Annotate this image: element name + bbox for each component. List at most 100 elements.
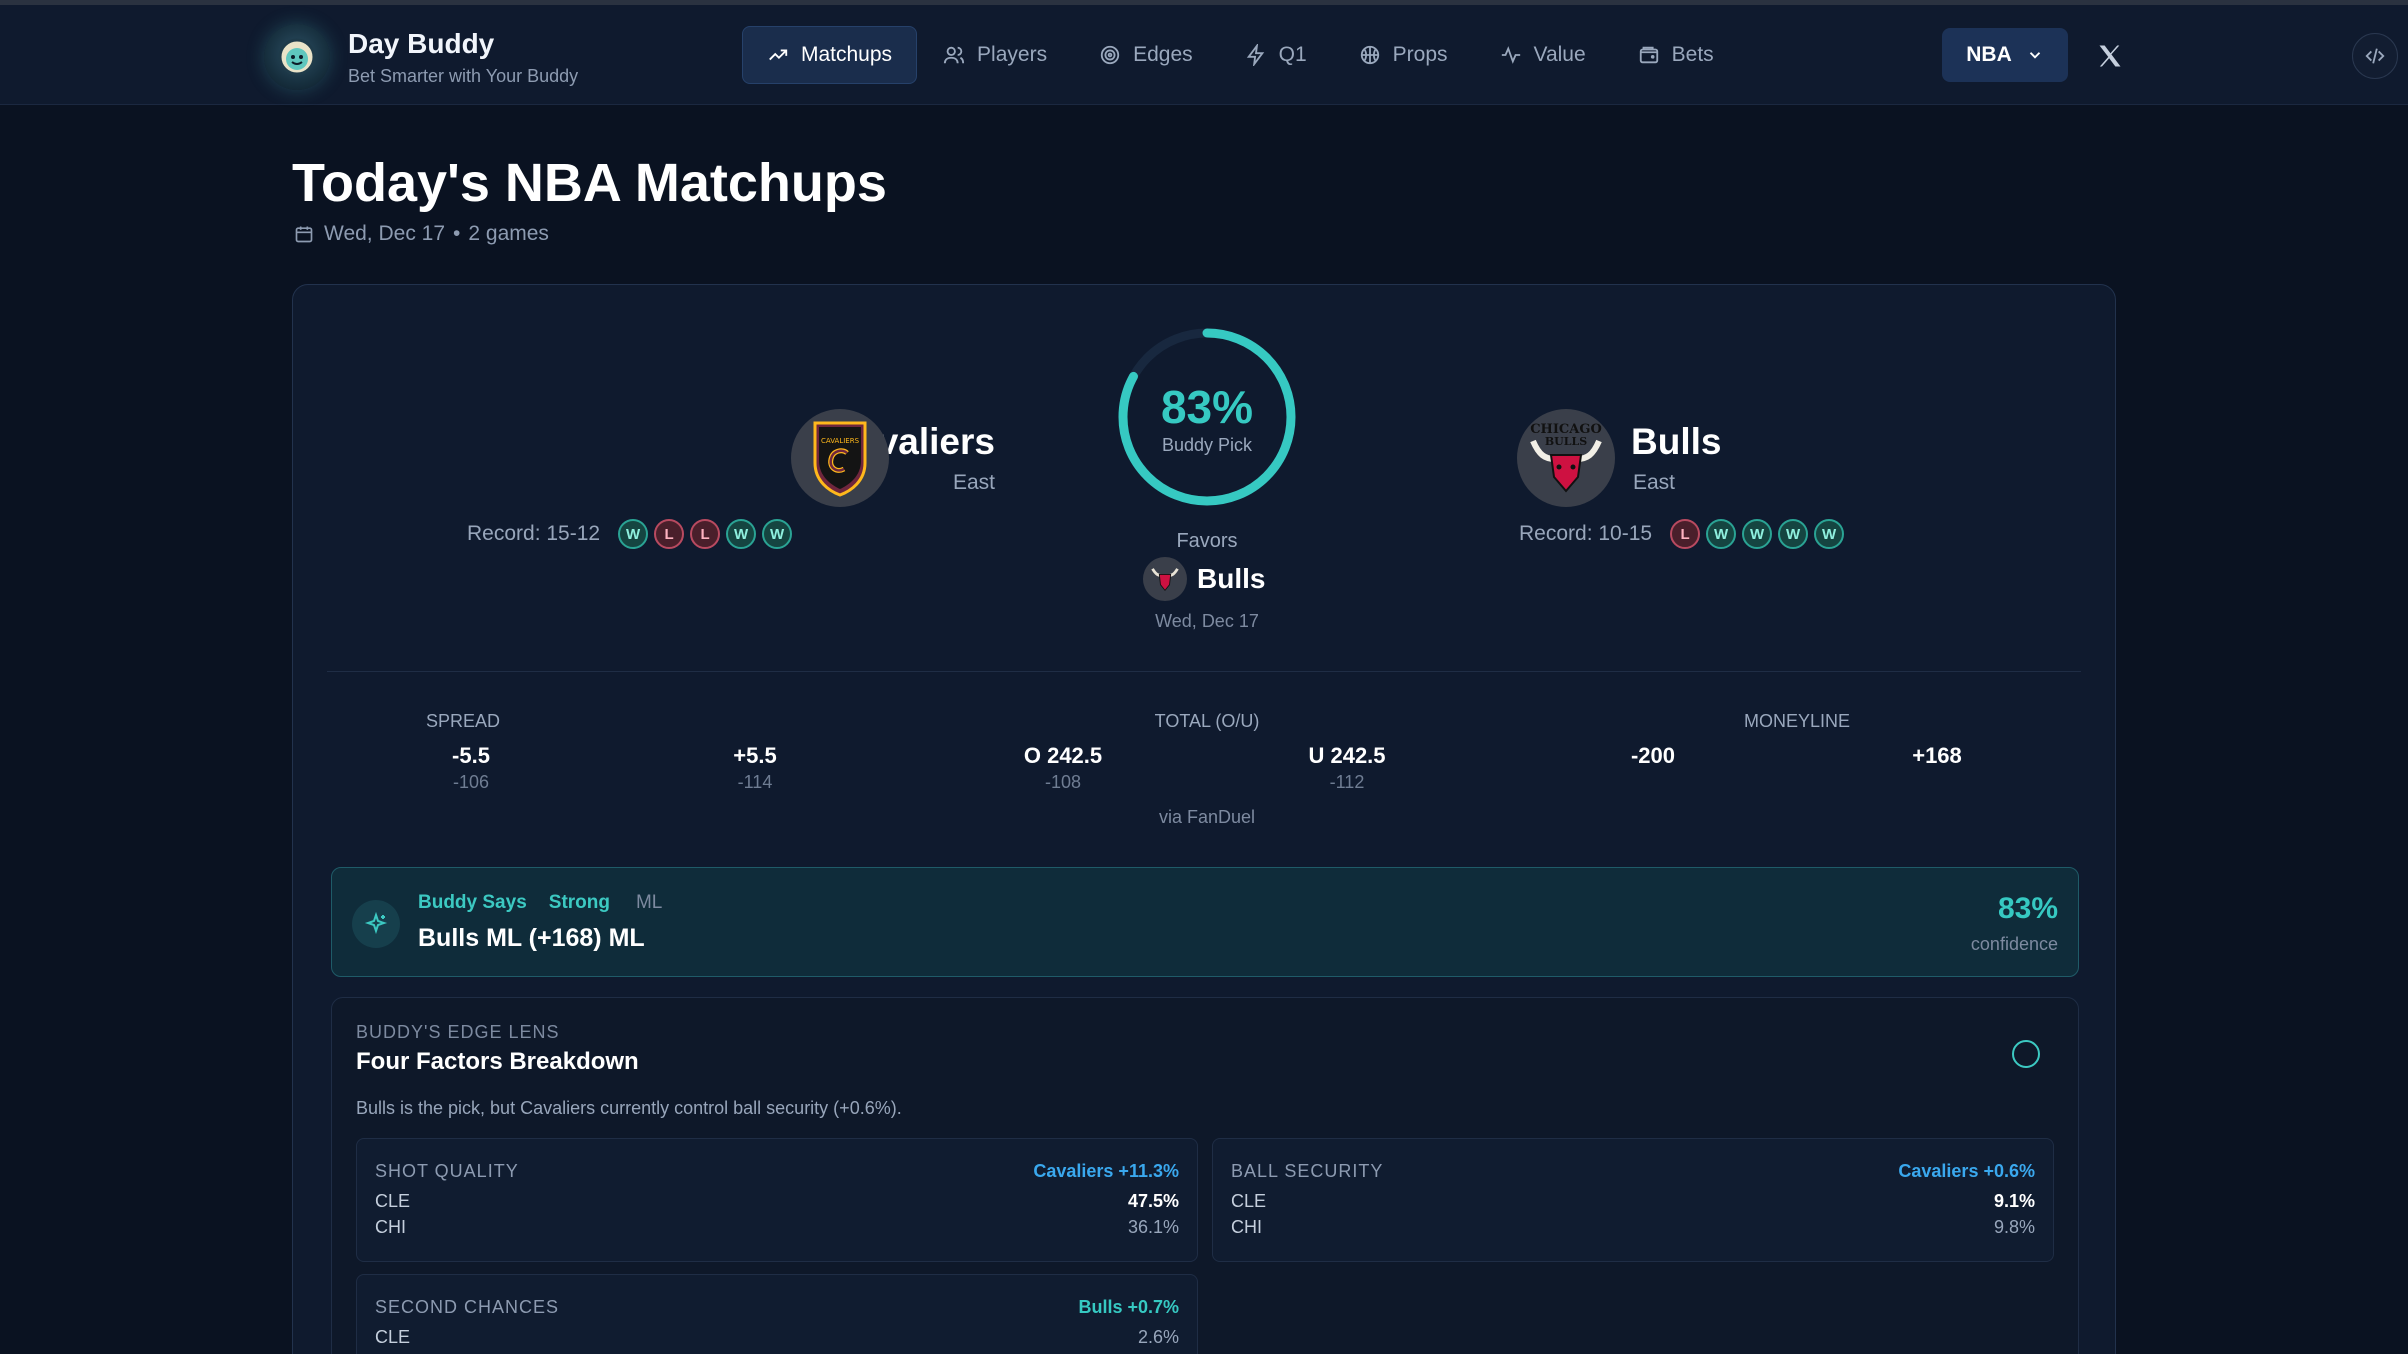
- basketball-icon: [1360, 45, 1379, 65]
- nav-item-edges[interactable]: Edges: [1073, 26, 1219, 84]
- spread-header: SPREAD: [425, 711, 501, 731]
- calendar-icon: [295, 226, 313, 243]
- spread-home-line[interactable]: -5.5: [371, 743, 571, 769]
- total-under-line[interactable]: U 242.5: [1247, 743, 1447, 769]
- home-record-text: Record: 15-12: [467, 522, 601, 545]
- moneyline-header: MONEYLINE: [1743, 711, 1851, 731]
- form-result-pill: W: [1706, 519, 1737, 549]
- form-result-pill: W: [1742, 519, 1773, 549]
- league-select-value: NBA: [1966, 43, 2012, 66]
- favored-team-name: Bulls: [1197, 563, 1266, 594]
- away-record-text: Record: 10-15: [1519, 522, 1653, 545]
- factor-name: BALL SECURITY: [1231, 1161, 1384, 1181]
- code-toggle-button[interactable]: [2352, 33, 2398, 79]
- x-logo-icon: [2099, 45, 2121, 67]
- buddy-pick-percent: 83%: [1160, 381, 1254, 433]
- nav-item-label: Q1: [1278, 43, 1307, 66]
- form-result-pill: W: [618, 519, 649, 549]
- factor-value: 9.1%: [1993, 1191, 2035, 1211]
- league-select[interactable]: NBA: [1942, 28, 2068, 82]
- edge-lens-toggle[interactable]: [2012, 1040, 2040, 1068]
- buddy-confidence: 83%: [1997, 892, 2058, 925]
- buddy-logo-icon: [264, 24, 330, 90]
- spread-away-line[interactable]: +5.5: [655, 743, 855, 769]
- home-team-conference: East: [952, 471, 995, 494]
- edge-lens-description: Bulls is the pick, but Cavaliers current…: [356, 1098, 902, 1118]
- team-abbr: CLE: [375, 1327, 411, 1347]
- moneyline-home[interactable]: -200: [1553, 743, 1753, 769]
- factor-card-shot-quality: SHOT QUALITY Cavaliers +11.3% CLE 47.5% …: [356, 1138, 1198, 1262]
- favored-team: Bulls: [1143, 557, 1265, 601]
- team-abbr: CHI: [1231, 1217, 1262, 1237]
- logo-lettering: BULLS: [1545, 435, 1587, 448]
- trending-up-icon: [769, 49, 788, 61]
- target-icon: [1100, 45, 1120, 65]
- factor-row-cle: CLE 9.1%: [1231, 1191, 2035, 1212]
- factor-row-cle: CLE 2.6%: [375, 1327, 1179, 1348]
- away-team-record: Record: 10-15 L W W W W: [1519, 519, 1845, 549]
- team-abbr: CHI: [375, 1217, 406, 1237]
- pulse-icon: [1501, 46, 1520, 64]
- wallet-icon: [1639, 46, 1658, 64]
- brand-tagline: Bet Smarter with Your Buddy: [348, 65, 579, 86]
- nav-item-matchups[interactable]: Matchups: [742, 26, 918, 84]
- buddy-pick-text: Bulls ML (+168) ML: [418, 924, 645, 952]
- form-result-pill: L: [654, 519, 685, 549]
- nav-item-bets[interactable]: Bets: [1612, 26, 1740, 84]
- page-title: Today's NBA Matchups: [292, 153, 887, 213]
- factor-name: SECOND CHANCES: [375, 1297, 560, 1317]
- page-date: Wed, Dec 17: [324, 222, 446, 245]
- matchup-card[interactable]: Cavaliers East CAVALIERS Record: 15-12 W…: [292, 284, 2116, 1354]
- brand-name: Day Buddy: [348, 27, 495, 59]
- total-over-price: -108: [1044, 772, 1082, 792]
- sparkle-icon: [352, 900, 400, 948]
- total-under-price: -112: [1329, 772, 1365, 792]
- odds-source: via FanDuel: [1158, 807, 1256, 827]
- buddy-says-tags: Buddy Says Strong ML: [418, 892, 662, 914]
- buddy-confidence-label: confidence: [1970, 934, 2058, 954]
- nav-item-props[interactable]: Props: [1333, 26, 1474, 84]
- total-header: TOTAL (O/U): [1154, 711, 1260, 731]
- factor-edge: Cavaliers +11.3%: [1033, 1161, 1179, 1181]
- moneyline-away[interactable]: +168: [1837, 743, 2037, 769]
- factor-card-second-chances: SECOND CHANCES Bulls +0.7% CLE 2.6%: [356, 1274, 1198, 1354]
- team-abbr: CLE: [375, 1191, 411, 1211]
- page-subtitle: Wed, Dec 17 • 2 games: [294, 222, 549, 246]
- favors-label: Favors: [1176, 530, 1238, 552]
- brand[interactable]: Day Buddy Bet Smarter with Your Buddy: [264, 24, 578, 90]
- factor-row-cle: CLE 47.5%: [375, 1191, 1179, 1212]
- buddy-says-panel[interactable]: Buddy Says Strong ML Bulls ML (+168) ML …: [331, 867, 2079, 977]
- factor-edge: Bulls +0.7%: [1078, 1297, 1179, 1317]
- factor-edge: Cavaliers +0.6%: [1898, 1161, 2035, 1181]
- logo-lettering: CAVALIERS: [821, 437, 860, 445]
- nav-item-label: Matchups: [801, 43, 893, 66]
- form-result-pill: W: [1778, 519, 1809, 549]
- factor-value: 2.6%: [1137, 1327, 1179, 1347]
- nav-item-label: Players: [977, 43, 1048, 66]
- factor-row-chi: CHI 36.1%: [375, 1217, 1179, 1238]
- main-nav: Matchups Players Edges Q1 Props Value Be…: [742, 26, 1740, 84]
- nav-item-q1[interactable]: Q1: [1219, 26, 1333, 84]
- factor-name: SHOT QUALITY: [375, 1161, 519, 1181]
- total-over-line[interactable]: O 242.5: [963, 743, 1163, 769]
- edge-lens-kicker: BUDDY'S EDGE LENS: [356, 1022, 560, 1042]
- form-result-pill: L: [690, 519, 721, 549]
- nav-item-label: Bets: [1671, 43, 1714, 66]
- form-result-pill: L: [1670, 519, 1701, 549]
- cavaliers-logo: CAVALIERS: [791, 409, 889, 507]
- nav-item-value[interactable]: Value: [1474, 26, 1612, 84]
- page-game-count: 2 games: [468, 222, 549, 245]
- factor-card-ball-security: BALL SECURITY Cavaliers +0.6% CLE 9.1% C…: [1212, 1138, 2054, 1262]
- top-navbar: Day Buddy Bet Smarter with Your Buddy Ma…: [0, 5, 2408, 105]
- x-social-link[interactable]: [2096, 42, 2124, 75]
- edge-lens-panel: BUDDY'S EDGE LENS Four Factors Breakdown…: [331, 997, 2079, 1354]
- factor-value: 36.1%: [1127, 1217, 1179, 1237]
- nav-item-players[interactable]: Players: [917, 26, 1073, 84]
- nav-item-label: Edges: [1133, 43, 1193, 66]
- separator-dot: •: [453, 222, 461, 245]
- buddy-says-tag: Buddy Says: [418, 892, 527, 913]
- bolt-icon: [1246, 44, 1264, 66]
- bulls-logo: CHICAGO BULLS: [1517, 409, 1615, 507]
- away-team-name: Bulls: [1631, 421, 1722, 462]
- team-abbr: CLE: [1231, 1191, 1267, 1211]
